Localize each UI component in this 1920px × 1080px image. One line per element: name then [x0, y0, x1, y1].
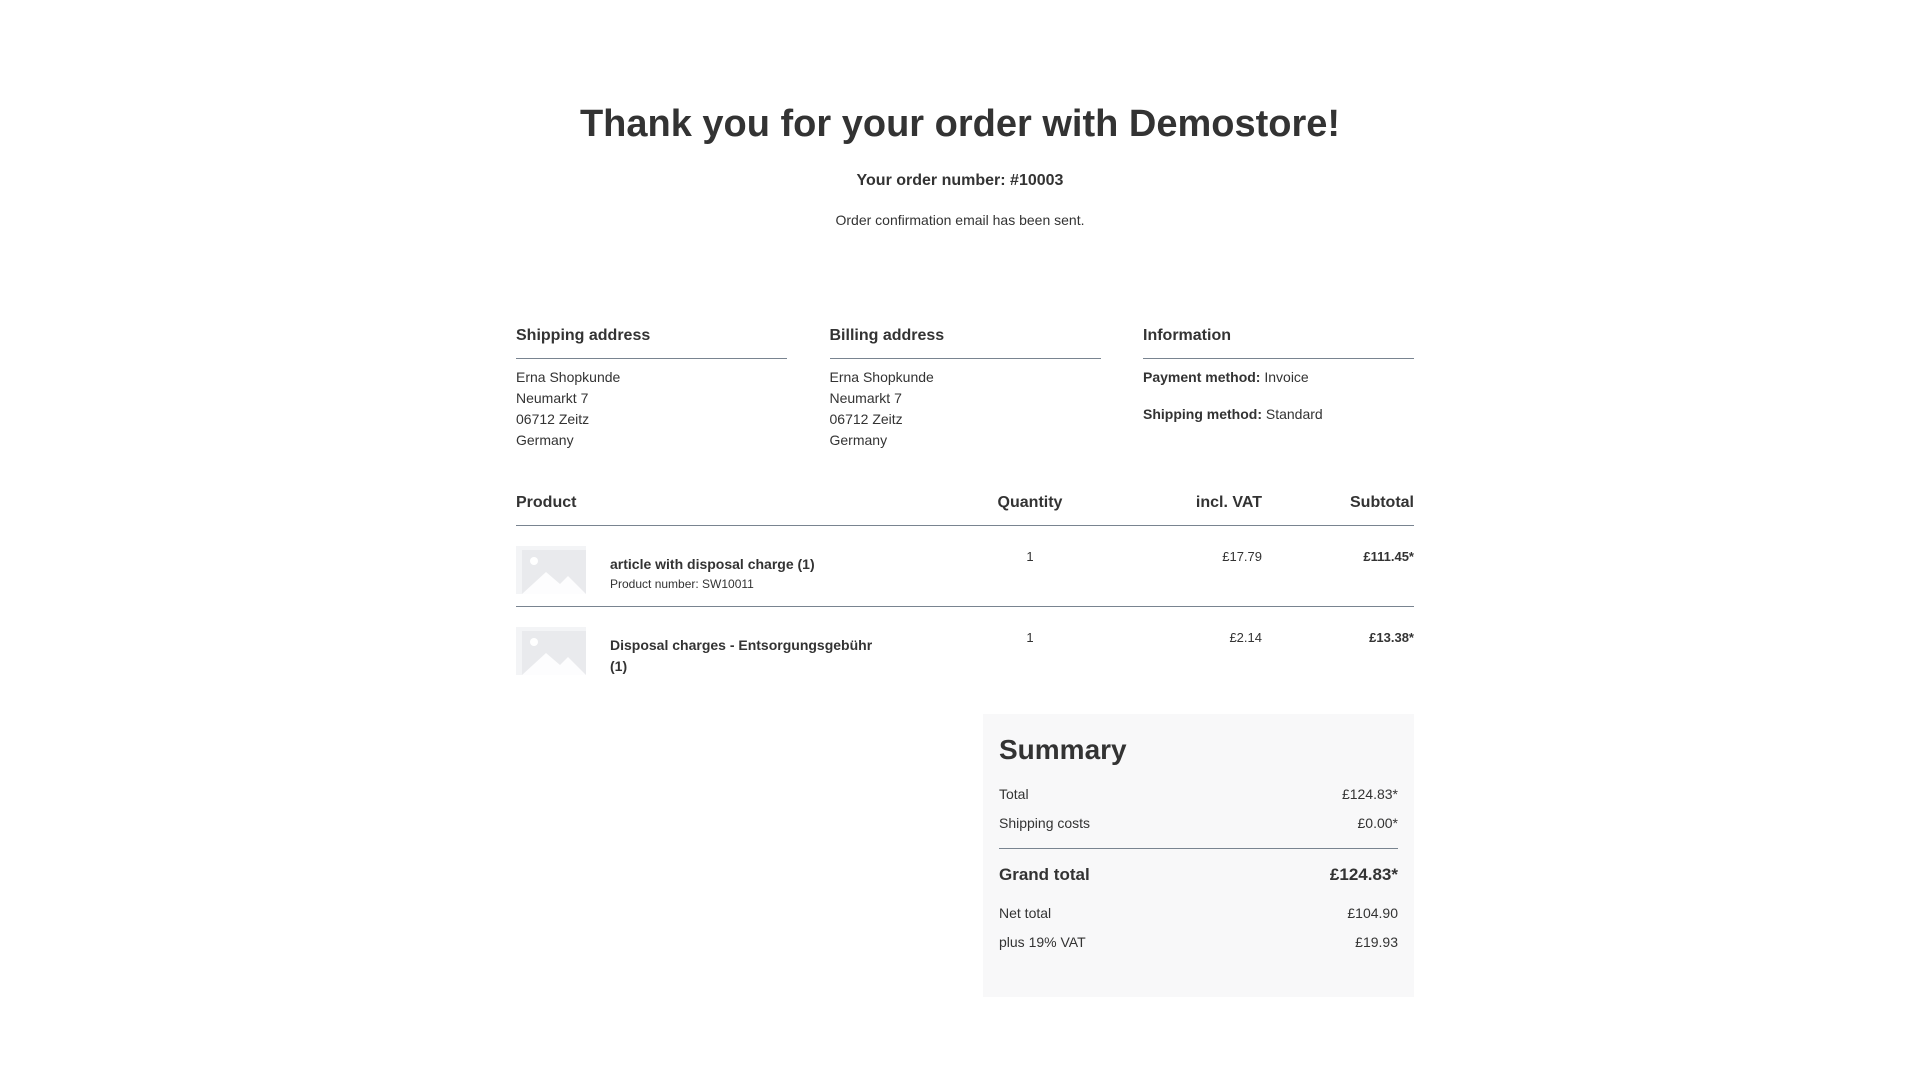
product-info: Disposal charges - Entsorgungsgebühr (1) — [610, 629, 880, 677]
header-subtotal: Subtotal — [1350, 494, 1414, 511]
summary-vat-row: plus 19% VAT £19.93 — [999, 932, 1398, 953]
summary-title: Summary — [999, 734, 1127, 765]
payment-method: Payment method: Invoice — [1143, 367, 1414, 388]
summary-grand-total-row: Grand total £124.83* — [999, 863, 1398, 887]
table-row: Disposal charges - Entsorgungsgebühr (1)… — [516, 607, 1414, 677]
billing-address: Erna Shopkunde Neumarkt 7 06712 Zeitz Ge… — [830, 367, 1101, 451]
quantity-cell: 1 — [1026, 630, 1034, 645]
quantity-cell: 1 — [1026, 549, 1034, 564]
address-boxes: Shipping address Erna Shopkunde Neumarkt… — [516, 324, 1414, 451]
price-cell: £2.14 — [1229, 630, 1262, 645]
shipping-address-box: Shipping address Erna Shopkunde Neumarkt… — [516, 324, 787, 451]
shipping-address-title: Shipping address — [516, 324, 787, 359]
product-cell: Disposal charges - Entsorgungsgebühr (1) — [516, 627, 950, 677]
billing-address-city: 06712 Zeitz — [829, 411, 903, 427]
placeholder-image-icon — [516, 627, 586, 675]
shipping-address-country: Germany — [516, 432, 574, 448]
header-quantity: Quantity — [997, 494, 1063, 511]
summary-shipping-row: Shipping costs £0.00* — [999, 813, 1398, 834]
placeholder-image-icon — [516, 546, 586, 594]
product-number: Product number: SW10011 — [610, 577, 754, 591]
product-name[interactable]: Disposal charges - Entsorgungsgebühr (1) — [610, 635, 880, 677]
shipping-address-name: Erna Shopkunde — [516, 369, 621, 385]
summary-grand-total-label: Grand total — [999, 865, 1090, 884]
summary-shipping-label: Shipping costs — [999, 815, 1091, 831]
header-price: incl. VAT — [1195, 494, 1262, 511]
payment-method-label: Payment method: — [1143, 369, 1261, 385]
billing-address-name: Erna Shopkunde — [829, 369, 934, 385]
shipping-address-street: Neumarkt 7 — [516, 390, 589, 406]
summary-divider — [999, 848, 1398, 849]
summary-net-row: Net total £104.90 — [999, 903, 1398, 924]
summary-total-label: Total — [999, 786, 1029, 802]
summary-shipping-value: £0.00* — [1357, 815, 1398, 831]
order-summary: Summary Total £124.83* Shipping costs £0… — [983, 714, 1414, 997]
shipping-method-value: Standard — [1265, 406, 1323, 422]
billing-address-box: Billing address Erna Shopkunde Neumarkt … — [829, 324, 1101, 451]
checkout-finish-page: Thank you for your order with Demostore!… — [0, 0, 1920, 1080]
shipping-method-label: Shipping method: — [1143, 406, 1262, 422]
information-box: Information Payment method: Invoice Ship… — [1143, 324, 1414, 451]
finish-header: Thank you for your order with Demostore!… — [0, 96, 1920, 230]
product-info: article with disposal charge (1) Product… — [610, 548, 880, 593]
table-header: Product Quantity incl. VAT Subtotal — [516, 491, 1414, 526]
page-title: Thank you for your order with Demostore! — [579, 103, 1341, 145]
subtotal-cell: £111.45* — [1363, 549, 1414, 564]
line-items-table: Product Quantity incl. VAT Subtotal arti… — [516, 491, 1414, 677]
summary-net-label: Net total — [999, 905, 1052, 921]
information-title: Information — [1143, 324, 1414, 359]
summary-grand-total-value: £124.83* — [1329, 865, 1398, 884]
order-content: Shipping address Erna Shopkunde Neumarkt… — [516, 324, 1414, 677]
payment-method-value: Invoice — [1264, 369, 1309, 385]
product-name[interactable]: article with disposal charge (1) — [610, 554, 880, 575]
billing-address-title: Billing address — [829, 324, 1101, 359]
shipping-address-city: 06712 Zeitz — [516, 411, 590, 427]
summary-vat-label: plus 19% VAT — [999, 934, 1086, 950]
summary-net-value: £104.90 — [1347, 905, 1398, 921]
product-cell: article with disposal charge (1) Product… — [516, 546, 950, 594]
price-cell: £17.79 — [1222, 549, 1262, 564]
billing-address-street: Neumarkt 7 — [829, 390, 902, 406]
summary-total-value: £124.83* — [1341, 786, 1398, 802]
header-product: Product — [516, 494, 577, 511]
summary-total-row: Total £124.83* — [999, 784, 1398, 805]
billing-address-country: Germany — [829, 432, 888, 448]
subtotal-cell: £13.38* — [1369, 630, 1414, 645]
confirmation-text: Order confirmation email has been sent. — [835, 212, 1085, 228]
summary-vat-value: £19.93 — [1355, 934, 1398, 950]
table-row: article with disposal charge (1) Product… — [516, 526, 1414, 607]
order-number: Your order number: #10003 — [856, 172, 1064, 189]
shipping-address: Erna Shopkunde Neumarkt 7 06712 Zeitz Ge… — [516, 367, 787, 451]
shipping-method: Shipping method: Standard — [1143, 404, 1414, 425]
